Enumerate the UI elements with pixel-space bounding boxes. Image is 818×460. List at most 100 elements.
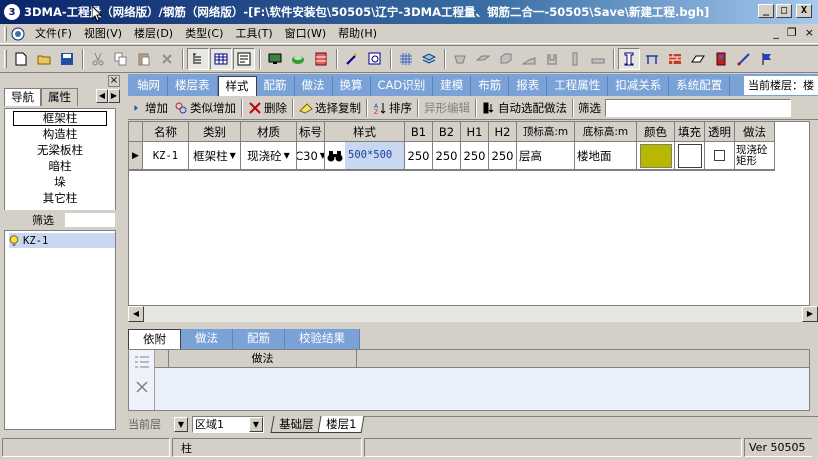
save-button[interactable]	[56, 48, 78, 70]
cell-style[interactable]: 500*500	[325, 142, 405, 170]
shape-edit-button[interactable]: 异形编辑	[421, 98, 473, 118]
category-frame-column[interactable]: 框架柱	[13, 111, 107, 126]
cell-b2[interactable]: 250	[433, 142, 461, 170]
menu-window[interactable]: 窗口(W)	[279, 25, 332, 43]
category-hidden-column[interactable]: 暗柱	[5, 158, 115, 174]
tab-reinforcement[interactable]: 配筋	[257, 76, 295, 96]
category-other-column[interactable]: 其它柱	[5, 190, 115, 206]
window-element-button[interactable]	[710, 48, 732, 70]
ruler-tool-button[interactable]	[587, 48, 609, 70]
header-h2[interactable]: H2	[489, 122, 517, 142]
header-transparent[interactable]: 透明	[705, 122, 735, 142]
tab-detail-rebar[interactable]: 配筋	[233, 329, 285, 349]
table-row[interactable]: ▶ KZ-1 框架柱▼ 现浇砼▼ C30▼ 500*500 250 250 25…	[129, 142, 775, 171]
header-top-elevation[interactable]: 顶标高:m	[517, 122, 575, 142]
panel-close-button[interactable]: ×	[108, 75, 120, 87]
delete-tool-button[interactable]	[156, 48, 178, 70]
copy-button[interactable]	[110, 48, 132, 70]
fill-swatch[interactable]	[677, 143, 702, 168]
column-tool-button[interactable]	[618, 48, 640, 70]
cell-top-elevation[interactable]: 层高	[517, 142, 575, 170]
axis-grid-button[interactable]	[395, 48, 417, 70]
plate-button[interactable]	[687, 48, 709, 70]
cell-h1[interactable]: 250	[461, 142, 489, 170]
open-file-button[interactable]	[33, 48, 55, 70]
tab-foundation-floor[interactable]: 基础层	[270, 415, 322, 433]
add-button[interactable]: 增加	[130, 98, 171, 118]
property-view-button[interactable]	[233, 48, 255, 70]
tab-floor-1[interactable]: 楼层1	[317, 415, 365, 433]
foundation-tool-button[interactable]	[541, 48, 563, 70]
cell-method[interactable]: 现浇砼矩形	[735, 142, 775, 170]
tab-modeling[interactable]: 建模	[433, 76, 472, 96]
tab-style[interactable]: 样式	[217, 76, 257, 96]
delete-button[interactable]: 删除	[245, 98, 290, 118]
current-layer-combo[interactable]: 当前层 ▼	[128, 416, 188, 433]
filter-input[interactable]	[64, 212, 116, 228]
monitor-button[interactable]	[264, 48, 286, 70]
tab-scroll-right-icon[interactable]: ▶	[108, 89, 120, 103]
select-copy-button[interactable]: 选择复制	[296, 98, 364, 118]
tree-view-button[interactable]	[187, 48, 209, 70]
header-grade[interactable]: 标号	[297, 122, 325, 142]
region-combo[interactable]: 区域1 ▼	[192, 415, 264, 433]
list-add-icon[interactable]	[134, 355, 150, 369]
header-color[interactable]: 颜色	[637, 122, 675, 142]
cell-transparent[interactable]	[705, 142, 735, 170]
tab-deduction-relations[interactable]: 扣减关系	[608, 76, 670, 96]
category-constructional-column[interactable]: 构造柱	[5, 126, 115, 142]
cell-category[interactable]: 框架柱 ▼	[189, 142, 241, 170]
binoculars-icon[interactable]	[327, 150, 343, 162]
tree-item-kz1[interactable]: KZ-1	[9, 233, 115, 248]
slab-tool-button[interactable]	[472, 48, 494, 70]
menu-help[interactable]: 帮助(H)	[332, 25, 383, 43]
new-file-button[interactable]	[10, 48, 32, 70]
menu-view[interactable]: 视图(V)	[78, 25, 128, 43]
similar-add-button[interactable]: 类似增加	[171, 98, 239, 118]
close-button[interactable]: X	[796, 4, 812, 18]
header-style[interactable]: 样式	[325, 122, 405, 142]
tab-project-properties[interactable]: 工程属性	[547, 76, 609, 96]
tab-scroll-left-icon[interactable]: ◀	[96, 89, 108, 103]
cell-bottom-elevation[interactable]: 楼地面	[575, 142, 637, 170]
sort-button[interactable]: A Z 排序	[370, 98, 415, 118]
tab-floor-table[interactable]: 楼层表	[168, 76, 218, 96]
cell-color[interactable]	[637, 142, 675, 170]
mdi-minimize-button[interactable]: _	[773, 26, 779, 39]
cell-grade[interactable]: C30▼	[297, 142, 325, 170]
paste-button[interactable]	[133, 48, 155, 70]
header-category[interactable]: 类别	[189, 122, 241, 142]
dropdown-arrow-icon[interactable]: ▼	[174, 416, 188, 432]
grid-horizontal-scrollbar[interactable]: ◀ ▶	[128, 306, 818, 322]
pile-tool-button[interactable]	[564, 48, 586, 70]
flag-button[interactable]	[756, 48, 778, 70]
tab-method[interactable]: 做法	[295, 76, 333, 96]
tab-conversion[interactable]: 换算	[333, 76, 371, 96]
cell-b1[interactable]: 250	[405, 142, 433, 170]
category-pier[interactable]: 垛	[5, 174, 115, 190]
brick-wall-button[interactable]	[664, 48, 686, 70]
tab-check-results[interactable]: 校验结果	[285, 329, 360, 349]
grid-vertical-scrollbar[interactable]	[810, 121, 818, 306]
tab-properties[interactable]: 属性	[41, 88, 78, 106]
title-bar[interactable]: 3 3DMA-工程量（网络版）/钢筋（网络版）-[F:\软件安装包\50505\…	[0, 0, 818, 24]
scroll-right-icon[interactable]: ▶	[802, 306, 818, 322]
category-beamless-slab-column[interactable]: 无梁板柱	[5, 142, 115, 158]
layers-button[interactable]	[418, 48, 440, 70]
delete-x-icon[interactable]	[134, 380, 150, 394]
cell-h2[interactable]: 250	[489, 142, 517, 170]
header-h1[interactable]: H1	[461, 122, 489, 142]
transparent-checkbox[interactable]	[714, 150, 725, 161]
header-fill[interactable]: 填充	[675, 122, 705, 142]
menu-type[interactable]: 类型(C)	[179, 25, 229, 43]
header-method[interactable]: 做法	[735, 122, 775, 142]
header-b1[interactable]: B1	[405, 122, 433, 142]
tab-navigation[interactable]: 导航	[4, 88, 41, 106]
beam-tool-button[interactable]	[449, 48, 471, 70]
stair-tool-button[interactable]	[518, 48, 540, 70]
header-detail-method[interactable]: 做法	[169, 350, 357, 367]
tab-cad-recognition[interactable]: CAD识别	[371, 76, 434, 96]
cell-name[interactable]: KZ-1	[143, 142, 189, 170]
search-tool-button[interactable]	[364, 48, 386, 70]
header-name[interactable]: 名称	[143, 122, 189, 142]
